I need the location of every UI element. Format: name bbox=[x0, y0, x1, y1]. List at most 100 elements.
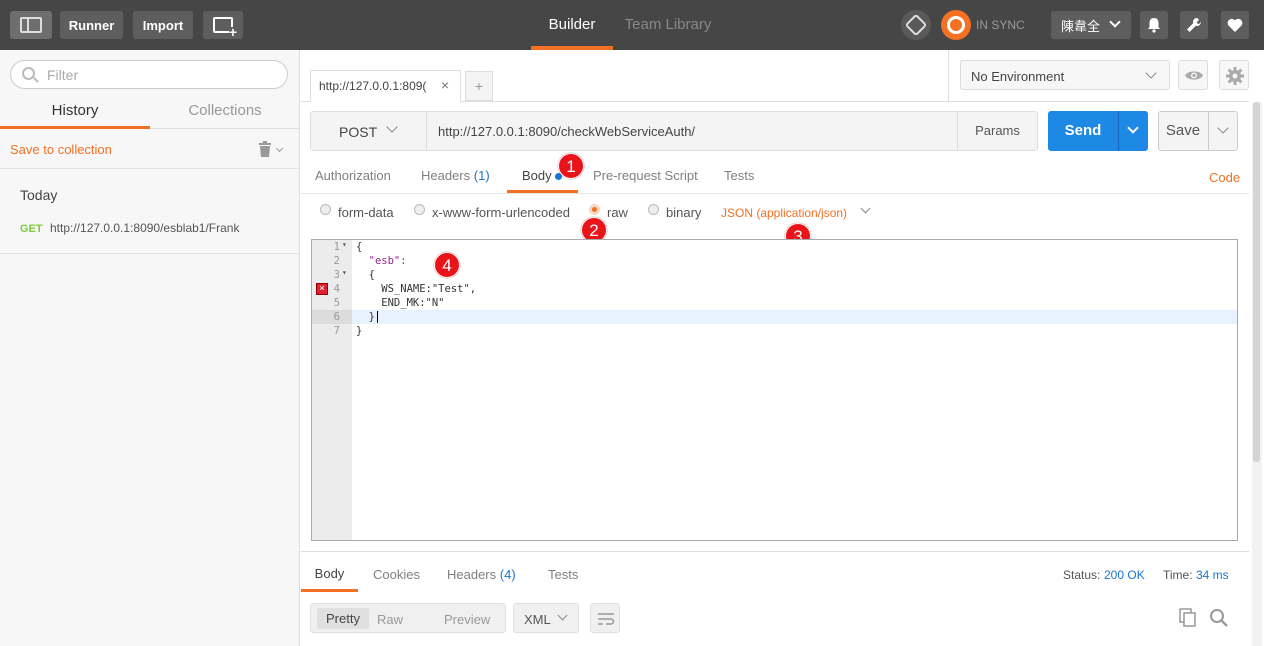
response-format-select[interactable]: XML bbox=[513, 603, 579, 633]
response-tab-body[interactable]: Body bbox=[301, 560, 358, 592]
response-tab-tests[interactable]: Tests bbox=[548, 567, 578, 582]
tab-authorization[interactable]: Authorization bbox=[315, 168, 391, 183]
method-select[interactable]: POST bbox=[311, 112, 426, 150]
label-raw: raw bbox=[607, 205, 628, 220]
search-icon bbox=[1210, 609, 1228, 627]
content-type-select[interactable]: JSON (application/json) bbox=[721, 202, 876, 222]
label-binary: binary bbox=[666, 205, 702, 220]
chevron-down-icon bbox=[1145, 67, 1157, 79]
sync-status-button[interactable] bbox=[941, 10, 971, 40]
import-button[interactable]: Import bbox=[133, 11, 193, 39]
tab-headers[interactable]: Headers (1) bbox=[421, 168, 490, 183]
code-line: 6 } bbox=[312, 310, 1237, 324]
tab-builder[interactable]: Builder bbox=[531, 0, 613, 50]
notifications-button[interactable] bbox=[1140, 11, 1168, 39]
manage-environments-button[interactable] bbox=[1219, 60, 1249, 90]
new-window-button[interactable]: + bbox=[203, 11, 243, 39]
divider bbox=[948, 50, 949, 102]
code-text: } bbox=[356, 325, 363, 337]
send-button-group: Send bbox=[1048, 111, 1148, 151]
favorite-button[interactable] bbox=[1221, 11, 1249, 39]
copy-response-button[interactable] bbox=[1179, 608, 1199, 628]
body-editor[interactable]: 1 ▾ { 2 "esb": 3 ▾ { × 4 WS_NAME:"Test",… bbox=[311, 239, 1238, 541]
response-tab-headers-count: (4) bbox=[499, 567, 516, 582]
code-line: 7 } bbox=[312, 324, 1237, 338]
main-scrollbar[interactable] bbox=[1252, 102, 1262, 646]
sidebar-toggle-button[interactable] bbox=[10, 11, 52, 39]
chevron-down-icon bbox=[557, 610, 568, 621]
line-number: 5 bbox=[333, 297, 340, 309]
wrap-lines-button[interactable] bbox=[590, 603, 620, 633]
tab-tests[interactable]: Tests bbox=[724, 168, 754, 183]
sidebar: Filter History Collections Save to colle… bbox=[0, 50, 300, 646]
time-label: Time: bbox=[1163, 568, 1193, 582]
search-response-button[interactable] bbox=[1209, 608, 1229, 628]
time-value: 34 ms bbox=[1196, 568, 1229, 582]
label-form-data: form-data bbox=[338, 205, 394, 220]
radio-binary[interactable] bbox=[648, 204, 659, 215]
line-number: 4 bbox=[333, 283, 340, 295]
save-button[interactable]: Save bbox=[1159, 112, 1207, 150]
divider bbox=[0, 253, 299, 254]
view-preview-button[interactable]: Preview bbox=[444, 612, 490, 627]
request-tab[interactable]: http://127.0.0.1:809( × bbox=[310, 70, 461, 102]
tab-headers-count: (1) bbox=[473, 168, 490, 183]
fold-arrow-icon[interactable]: ▾ bbox=[342, 268, 347, 277]
tab-collections[interactable]: Collections bbox=[150, 99, 300, 129]
label-x-www-form-urlencoded: x-www-form-urlencoded bbox=[432, 205, 570, 220]
save-to-collection-link[interactable]: Save to collection bbox=[10, 142, 112, 157]
chevron-down-icon bbox=[275, 144, 284, 153]
send-button[interactable]: Send bbox=[1048, 111, 1118, 151]
tab-pre-request-script[interactable]: Pre-request Script bbox=[593, 168, 698, 183]
tab-team-library[interactable]: Team Library bbox=[618, 0, 718, 50]
code-text: END_MK:"N" bbox=[356, 297, 445, 309]
generate-code-link[interactable]: Code bbox=[1209, 170, 1240, 185]
line-number: 6 bbox=[333, 311, 340, 323]
content-type-label: JSON (application/json) bbox=[721, 206, 848, 220]
copy-icon bbox=[1179, 608, 1196, 627]
heart-icon bbox=[1227, 18, 1243, 32]
user-name: 陳韋全 bbox=[1061, 18, 1101, 34]
chevron-down-icon bbox=[1127, 122, 1139, 134]
code-text: { bbox=[356, 241, 363, 253]
tab-history[interactable]: History bbox=[0, 99, 150, 129]
chevron-down-icon bbox=[860, 203, 871, 214]
annotation-badge-1: 1 bbox=[558, 153, 584, 179]
params-button[interactable]: Params bbox=[957, 112, 1037, 150]
settings-button[interactable] bbox=[1180, 11, 1208, 39]
view-pretty-button[interactable]: Pretty bbox=[317, 608, 369, 629]
line-number: 7 bbox=[333, 325, 340, 337]
radio-raw[interactable] bbox=[589, 204, 600, 215]
interceptor-button[interactable] bbox=[901, 10, 931, 40]
trash-icon bbox=[259, 141, 271, 157]
runner-button[interactable]: Runner bbox=[60, 11, 123, 39]
scrollbar-thumb[interactable] bbox=[1253, 102, 1260, 462]
response-tab-headers[interactable]: Headers (4) bbox=[447, 567, 516, 582]
save-button-group: Save bbox=[1158, 111, 1238, 151]
history-item[interactable]: GET http://127.0.0.1:8090/esblab1/Frank bbox=[0, 216, 299, 242]
search-icon-handle bbox=[33, 77, 39, 83]
tab-headers-label: Headers bbox=[421, 168, 471, 183]
filter-field[interactable]: Filter bbox=[10, 60, 288, 89]
user-menu[interactable]: 陳韋全 bbox=[1051, 11, 1131, 39]
radio-form-data[interactable] bbox=[320, 204, 331, 215]
response-tab-cookies[interactable]: Cookies bbox=[373, 567, 420, 582]
radio-x-www-form-urlencoded[interactable] bbox=[414, 204, 425, 215]
line-number: 1 bbox=[333, 241, 340, 253]
sidebar-toggle-icon bbox=[20, 17, 42, 33]
top-bar: Runner Import + Builder Team Library IN … bbox=[0, 0, 1264, 50]
send-options-button[interactable] bbox=[1118, 111, 1148, 151]
add-tab-button[interactable]: + bbox=[465, 71, 493, 101]
chevron-down-icon bbox=[1217, 122, 1229, 134]
save-options-button[interactable] bbox=[1208, 112, 1238, 150]
request-tab-label: http://127.0.0.1:809( bbox=[319, 79, 427, 93]
environment-quick-look-button[interactable] bbox=[1178, 60, 1208, 90]
status-value: 200 OK bbox=[1104, 568, 1145, 582]
close-icon[interactable]: × bbox=[441, 77, 449, 93]
view-raw-button[interactable]: Raw bbox=[377, 612, 403, 627]
environment-select[interactable]: No Environment bbox=[960, 60, 1170, 90]
fold-arrow-icon[interactable]: ▾ bbox=[342, 240, 347, 249]
url-input[interactable]: http://127.0.0.1:8090/checkWebServiceAut… bbox=[426, 112, 957, 150]
delete-history-button[interactable] bbox=[258, 140, 286, 158]
text-cursor bbox=[377, 311, 378, 323]
